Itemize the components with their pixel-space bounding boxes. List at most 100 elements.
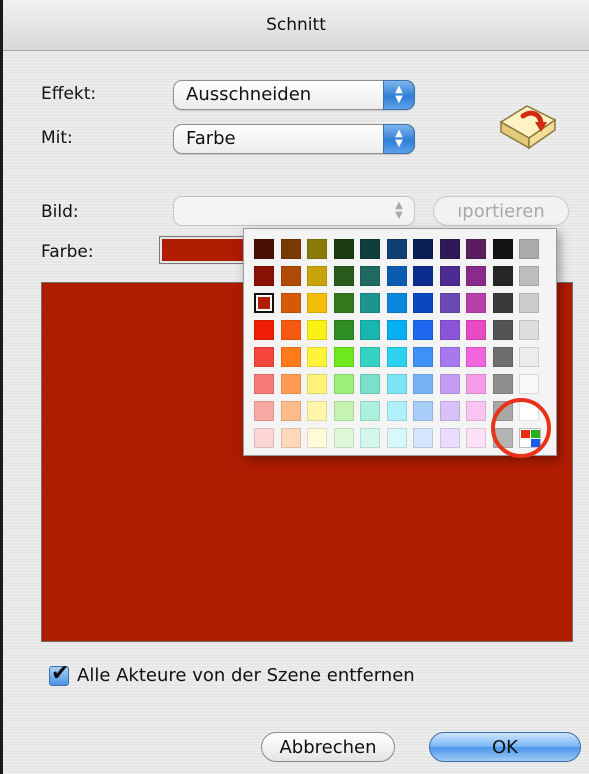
- color-swatch[interactable]: [492, 347, 513, 367]
- color-swatch[interactable]: [333, 347, 354, 367]
- color-swatch[interactable]: [307, 266, 327, 286]
- with-popup[interactable]: Farbe ▲ ▼: [173, 124, 415, 154]
- title-bar: Schnitt: [3, 0, 589, 51]
- color-swatch[interactable]: [439, 320, 460, 340]
- color-swatch[interactable]: [519, 266, 539, 286]
- color-swatch[interactable]: [333, 401, 354, 421]
- color-swatch[interactable]: [280, 239, 301, 259]
- color-swatch[interactable]: [386, 266, 407, 286]
- remove-actors-label: Alle Akteure von der Szene entfernen: [77, 665, 415, 686]
- color-swatch[interactable]: [386, 320, 407, 340]
- color-swatch[interactable]: [466, 266, 486, 286]
- color-swatch[interactable]: [254, 266, 274, 286]
- color-swatch[interactable]: [254, 401, 274, 421]
- checkmark-icon: ✔: [51, 661, 70, 686]
- color-swatch[interactable]: [439, 428, 460, 448]
- dialog-window: Schnitt Effekt: Ausschneiden ▲ ▼ Mit: Far…: [0, 0, 589, 774]
- color-swatch[interactable]: [333, 266, 354, 286]
- color-swatch[interactable]: [519, 320, 539, 340]
- color-swatch[interactable]: [386, 347, 407, 367]
- color-swatch[interactable]: [307, 239, 327, 259]
- color-swatch[interactable]: [280, 374, 301, 394]
- color-swatch[interactable]: [333, 374, 354, 394]
- color-swatch[interactable]: [254, 347, 274, 367]
- color-swatch[interactable]: [466, 347, 486, 367]
- color-swatch[interactable]: [413, 239, 433, 259]
- import-button-label: ıportieren: [457, 200, 545, 222]
- color-swatch[interactable]: [360, 239, 380, 259]
- color-swatch[interactable]: [254, 239, 274, 259]
- color-swatch[interactable]: [466, 401, 486, 421]
- color-swatch[interactable]: [280, 428, 301, 448]
- color-swatch[interactable]: [439, 293, 460, 313]
- color-swatch[interactable]: [254, 428, 274, 448]
- color-swatch[interactable]: [439, 347, 460, 367]
- color-well[interactable]: [159, 236, 249, 264]
- color-swatch[interactable]: [466, 374, 486, 394]
- color-swatch[interactable]: [254, 293, 274, 313]
- color-swatch[interactable]: [360, 374, 380, 394]
- color-swatch[interactable]: [413, 293, 433, 313]
- effect-popup[interactable]: Ausschneiden ▲ ▼: [173, 80, 415, 110]
- color-swatch[interactable]: [466, 293, 486, 313]
- color-swatch[interactable]: [466, 239, 486, 259]
- color-swatch[interactable]: [386, 428, 407, 448]
- color-swatch[interactable]: [413, 266, 433, 286]
- color-swatch[interactable]: [280, 293, 301, 313]
- remove-actors-checkbox[interactable]: ✔: [49, 661, 69, 686]
- color-swatch[interactable]: [386, 401, 407, 421]
- color-swatch[interactable]: [307, 293, 327, 313]
- color-swatch[interactable]: [439, 374, 460, 394]
- image-popup[interactable]: ▲ ▼: [173, 196, 415, 226]
- color-swatch[interactable]: [307, 320, 327, 340]
- color-swatch[interactable]: [519, 374, 539, 394]
- color-swatch[interactable]: [413, 401, 433, 421]
- effect-value: Ausschneiden: [186, 84, 312, 105]
- color-swatch[interactable]: [307, 428, 327, 448]
- color-swatch[interactable]: [360, 320, 380, 340]
- color-swatch[interactable]: [360, 347, 380, 367]
- color-swatch[interactable]: [280, 266, 301, 286]
- color-swatch[interactable]: [386, 239, 407, 259]
- color-swatch[interactable]: [439, 401, 460, 421]
- color-swatch[interactable]: [280, 320, 301, 340]
- color-swatch[interactable]: [413, 428, 433, 448]
- color-swatch[interactable]: [386, 293, 407, 313]
- color-swatch[interactable]: [439, 266, 460, 286]
- color-swatch[interactable]: [360, 401, 380, 421]
- color-swatch[interactable]: [333, 293, 354, 313]
- color-swatch[interactable]: [360, 293, 380, 313]
- color-swatch[interactable]: [413, 347, 433, 367]
- color-swatch[interactable]: [360, 266, 380, 286]
- color-swatch[interactable]: [492, 266, 513, 286]
- color-swatch[interactable]: [280, 401, 301, 421]
- color-swatch[interactable]: [492, 239, 513, 259]
- color-swatch[interactable]: [333, 239, 354, 259]
- color-swatch[interactable]: [492, 374, 513, 394]
- color-swatch[interactable]: [492, 320, 513, 340]
- color-swatch[interactable]: [413, 320, 433, 340]
- color-swatch[interactable]: [360, 428, 380, 448]
- cancel-button[interactable]: Abbrechen: [261, 732, 395, 762]
- color-swatch[interactable]: [413, 374, 433, 394]
- color-swatch[interactable]: [439, 239, 460, 259]
- color-swatch[interactable]: [492, 293, 513, 313]
- color-swatch[interactable]: [333, 320, 354, 340]
- with-label: Mit:: [41, 128, 73, 148]
- color-swatch[interactable]: [466, 428, 486, 448]
- ok-button-label: OK: [492, 736, 518, 758]
- color-swatch[interactable]: [307, 401, 327, 421]
- color-swatch[interactable]: [519, 347, 539, 367]
- ok-button[interactable]: OK: [429, 732, 581, 762]
- color-swatch[interactable]: [254, 374, 274, 394]
- color-swatch[interactable]: [307, 347, 327, 367]
- import-button[interactable]: ıportieren: [433, 196, 569, 226]
- color-swatch[interactable]: [466, 320, 486, 340]
- color-swatch[interactable]: [386, 374, 407, 394]
- color-swatch[interactable]: [519, 239, 539, 259]
- color-swatch[interactable]: [280, 347, 301, 367]
- color-swatch[interactable]: [307, 374, 327, 394]
- color-swatch[interactable]: [519, 293, 539, 313]
- color-swatch[interactable]: [254, 320, 274, 340]
- color-swatch[interactable]: [333, 428, 354, 448]
